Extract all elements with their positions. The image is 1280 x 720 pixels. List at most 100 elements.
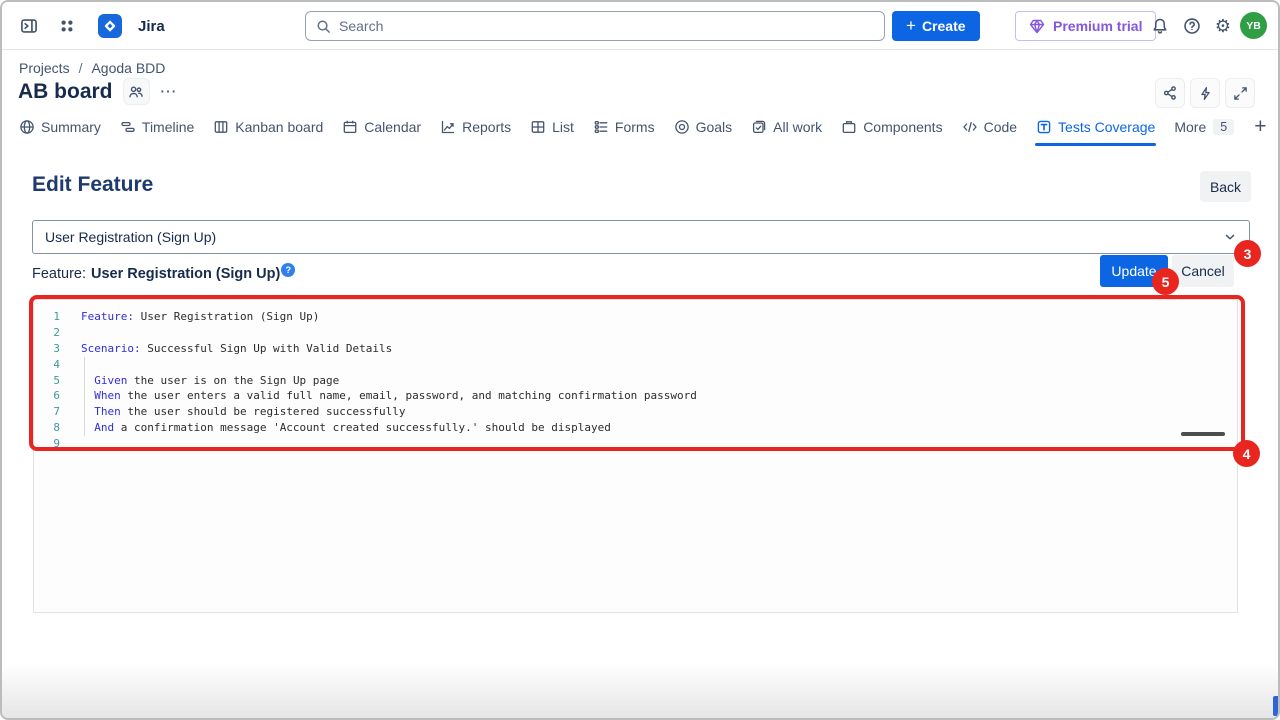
app-grid-icon	[58, 17, 76, 35]
edge-scroll-fragment	[1273, 696, 1278, 716]
breadcrumb-projects[interactable]: Projects	[19, 60, 70, 76]
target-icon	[674, 119, 690, 135]
annotation-badge-5: 5	[1152, 268, 1179, 295]
board-columns-icon	[213, 119, 229, 135]
tab-tests-coverage[interactable]: Tests Coverage	[1036, 112, 1155, 142]
code-line	[81, 436, 697, 452]
board-tabs: Summary Timeline Kanban board	[19, 112, 1268, 142]
board-title-row: AB board ⋯	[18, 78, 178, 105]
tab-label: Timeline	[142, 119, 194, 135]
feature-select-value: User Registration (Sign Up)	[45, 229, 216, 245]
tab-label: Calendar	[364, 119, 421, 135]
line-number: 3	[34, 341, 60, 357]
tab-summary[interactable]: Summary	[19, 112, 101, 142]
tab-list[interactable]: List	[530, 112, 574, 142]
tab-label: Summary	[41, 119, 101, 135]
automation-button[interactable]	[1190, 78, 1220, 108]
fullscreen-button[interactable]	[1225, 78, 1255, 108]
page-title: Edit Feature	[32, 173, 153, 197]
bell-icon	[1151, 17, 1169, 35]
board-members-button[interactable]	[123, 78, 150, 105]
forms-icon	[593, 119, 609, 135]
sidebar-toggle-button[interactable]	[14, 11, 44, 41]
tab-timeline[interactable]: Timeline	[120, 112, 194, 142]
jira-logo-icon[interactable]	[98, 14, 122, 38]
globe-icon	[19, 119, 35, 135]
tab-label: Components	[863, 119, 942, 135]
create-button-label: Create	[922, 18, 966, 34]
settings-button[interactable]: ⚙	[1208, 11, 1238, 41]
topbar-left-group: Jira	[14, 2, 165, 50]
app-switcher-button[interactable]	[52, 11, 82, 41]
create-button[interactable]: + Create	[892, 11, 980, 41]
notifications-button[interactable]	[1145, 11, 1175, 41]
back-button[interactable]: Back	[1200, 171, 1251, 202]
feature-select[interactable]: User Registration (Sign Up)	[32, 220, 1250, 254]
people-icon	[128, 84, 144, 100]
code-line	[81, 325, 697, 341]
tab-calendar[interactable]: Calendar	[342, 112, 421, 142]
tab-all-work[interactable]: All work	[751, 112, 822, 142]
feature-help-icon[interactable]: ?	[281, 263, 295, 277]
add-tab-button[interactable]: +	[1254, 115, 1266, 139]
all-work-icon	[751, 119, 767, 135]
timeline-icon	[120, 119, 136, 135]
tab-forms[interactable]: Forms	[593, 112, 655, 142]
code-icon	[962, 119, 978, 135]
code-line	[81, 357, 697, 373]
breadcrumb-separator: /	[79, 60, 83, 76]
breadcrumb: Projects / Agoda BDD	[19, 60, 165, 76]
chart-line-icon	[440, 119, 456, 135]
line-number: 2	[34, 325, 60, 341]
tab-goals[interactable]: Goals	[674, 112, 733, 142]
tab-kanban-board[interactable]: Kanban board	[213, 112, 323, 142]
app-name: Jira	[138, 18, 165, 35]
expand-icon	[1233, 86, 1248, 101]
tab-label: Tests Coverage	[1058, 119, 1155, 135]
code-line: When the user enters a valid full name, …	[81, 388, 697, 404]
line-number: 8	[34, 420, 60, 436]
window-bottom-shadow	[2, 663, 1278, 718]
sidebar-toggle-icon	[20, 17, 38, 35]
tab-code[interactable]: Code	[962, 112, 1017, 142]
user-avatar[interactable]: YB	[1240, 12, 1267, 39]
tab-label: All work	[773, 119, 822, 135]
line-number: 5	[34, 373, 60, 389]
editor-code: Feature: User Registration (Sign Up) Sce…	[81, 309, 697, 452]
tab-more[interactable]: More 5	[1174, 119, 1234, 135]
annotation-badge-4: 4	[1233, 440, 1260, 467]
search-input[interactable]	[339, 18, 874, 34]
feature-name: User Registration (Sign Up)	[91, 266, 280, 282]
editor-scrollbar-thumb[interactable]	[1181, 432, 1225, 436]
feature-label-prefix: Feature:	[32, 266, 86, 282]
feature-code-editor[interactable]: 1 2 3 4 5 6 7 8 9 Feature: User Registra…	[33, 299, 1238, 613]
share-button[interactable]	[1155, 78, 1185, 108]
jira-window: Jira + Create Premium trial	[0, 0, 1280, 720]
premium-trial-button[interactable]: Premium trial	[1015, 11, 1156, 41]
top-navigation-bar: Jira + Create Premium trial	[2, 2, 1278, 50]
components-icon	[841, 119, 857, 135]
global-search[interactable]	[305, 11, 885, 41]
tests-coverage-icon	[1036, 119, 1052, 135]
board-title: AB board	[18, 80, 113, 104]
annotation-badge-3: 3	[1234, 240, 1261, 267]
tab-label: Kanban board	[235, 119, 323, 135]
code-line: Then the user should be registered succe…	[81, 404, 697, 420]
line-number: 7	[34, 404, 60, 420]
tab-reports[interactable]: Reports	[440, 112, 511, 142]
breadcrumb-project-name[interactable]: Agoda BDD	[91, 60, 165, 76]
line-number: 9	[34, 436, 60, 452]
plus-icon: +	[906, 16, 916, 36]
line-number: 4	[34, 357, 60, 373]
tab-label: Forms	[615, 119, 655, 135]
code-line: And a confirmation message 'Account crea…	[81, 420, 697, 436]
help-button[interactable]	[1177, 11, 1207, 41]
share-icon	[1162, 85, 1178, 101]
board-more-menu[interactable]: ⋯	[160, 82, 178, 102]
chevron-down-icon	[1223, 230, 1237, 244]
table-icon	[530, 119, 546, 135]
code-line: Scenario: Successful Sign Up with Valid …	[81, 341, 697, 357]
tab-components[interactable]: Components	[841, 112, 942, 142]
search-icon	[316, 19, 331, 34]
cancel-button[interactable]: Cancel	[1172, 255, 1234, 287]
